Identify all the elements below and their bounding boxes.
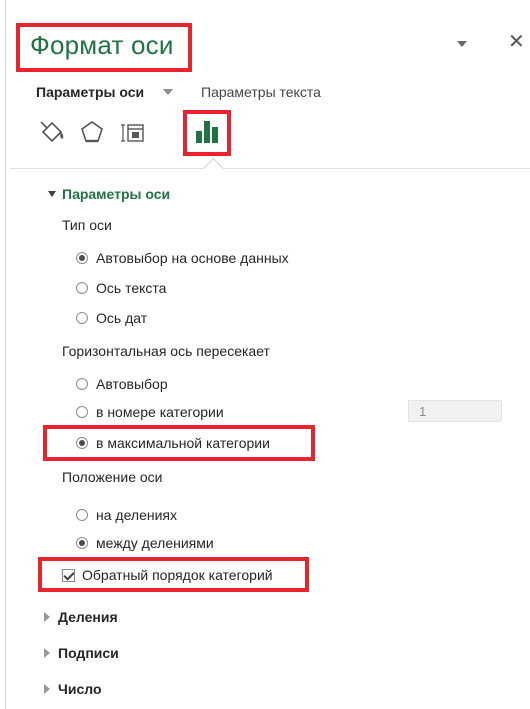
size-properties-button[interactable]: [114, 112, 152, 152]
radio-date-axis[interactable]: Ось дат: [76, 310, 147, 326]
radio-icon: [76, 282, 88, 294]
axis-options-button[interactable]: [188, 112, 226, 152]
pane-options-dropdown-icon[interactable]: [455, 38, 469, 50]
radio-icon: [76, 252, 88, 264]
radio-icon: [76, 406, 88, 418]
reverse-order-checkbox[interactable]: Обратный порядок категорий: [62, 567, 273, 583]
radio-text-axis[interactable]: Ось текста: [76, 280, 166, 296]
effects-button[interactable]: [72, 112, 110, 152]
radio-label: Автовыбор на основе данных: [96, 250, 289, 266]
collapsed-arrow-icon[interactable]: [44, 612, 50, 622]
checkbox-icon: [62, 568, 75, 582]
radio-icon: [76, 509, 88, 521]
radio-label: в максимальной категории: [96, 435, 270, 451]
radio-on-tick-marks[interactable]: на делениях: [76, 507, 177, 523]
collapsed-arrow-icon[interactable]: [44, 648, 50, 658]
crosses-label: Горизонтальная ось пересекает: [62, 343, 270, 359]
close-icon[interactable]: ✕: [508, 32, 525, 52]
expanded-arrow-icon[interactable]: [48, 191, 56, 197]
tab-text-options[interactable]: Параметры текста: [201, 84, 321, 100]
axis-type-label: Тип оси: [62, 217, 112, 233]
collapsed-arrow-icon[interactable]: [44, 684, 50, 694]
radio-label: Автовыбор: [96, 376, 168, 392]
radio-icon: [76, 537, 88, 549]
radio-icon: [76, 437, 88, 449]
size-properties-icon: [121, 124, 144, 142]
radio-crosses-auto[interactable]: Автовыбор: [76, 376, 168, 392]
radio-label: между делениями: [96, 535, 214, 551]
axis-position-label: Положение оси: [62, 469, 163, 485]
radio-icon: [76, 378, 88, 390]
radio-crosses-category-number[interactable]: в номере категории: [76, 404, 224, 420]
radio-between-tick-marks[interactable]: между делениями: [76, 535, 214, 551]
radio-label: на делениях: [96, 507, 177, 523]
tab-axis-options[interactable]: Параметры оси: [36, 84, 144, 100]
radio-icon: [76, 312, 88, 324]
pane-border: [5, 0, 6, 709]
radio-crosses-max-category[interactable]: в максимальной категории: [76, 435, 270, 451]
pane-title: Формат оси: [30, 30, 174, 60]
radio-label: в номере категории: [96, 404, 224, 420]
section-header-number[interactable]: Число: [58, 681, 102, 697]
selected-tab-pointer: [202, 157, 225, 180]
radio-label: Ось дат: [96, 310, 148, 326]
category-number-input[interactable]: 1: [408, 400, 502, 422]
tab-separator: [10, 168, 530, 169]
checkbox-label: Обратный порядок категорий: [82, 567, 273, 583]
format-axis-pane: Формат оси ✕ Параметры оси Параметры тек…: [0, 0, 530, 709]
section-header-tick-marks[interactable]: Деления: [58, 609, 118, 625]
fill-line-button[interactable]: [34, 112, 72, 152]
effects-pentagon-icon: [81, 121, 103, 143]
tab-axis-options-dropdown-icon[interactable]: [163, 88, 173, 96]
fill-line-icon: [40, 121, 64, 143]
section-header-labels[interactable]: Подписи: [58, 645, 119, 661]
axis-options-chart-icon: [196, 121, 218, 143]
section-header-axis-options[interactable]: Параметры оси: [62, 186, 170, 202]
radio-label: Ось текста: [96, 280, 167, 296]
radio-auto-select[interactable]: Автовыбор на основе данных: [76, 250, 289, 266]
